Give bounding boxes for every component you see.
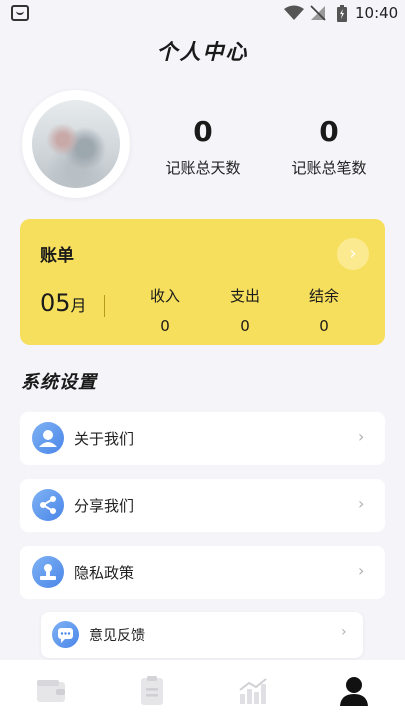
bill-divider [104, 295, 105, 317]
stat-total-entries: 0 记账总笔数 [274, 115, 384, 178]
menu-label: 意见反馈 [89, 628, 145, 644]
profile-icon [340, 677, 368, 706]
menu-item-share[interactable]: 分享我们 › [20, 479, 385, 532]
bill-month-number: 05 [40, 289, 71, 317]
section-title-settings: 系统设置 [21, 372, 97, 393]
privacy-icon [32, 556, 64, 588]
avatar-image [32, 100, 120, 188]
chevron-right-icon: › [341, 624, 347, 640]
menu-item-about-us[interactable]: 关于我们 › [20, 412, 385, 465]
status-bar: 10:40 [0, 0, 405, 28]
share-icon [32, 489, 64, 521]
bill-expense-label: 支出 [229, 287, 260, 305]
bill-title: 账单 [40, 246, 74, 266]
tab-profile[interactable] [337, 674, 371, 708]
stat-label: 记账总笔数 [291, 159, 367, 177]
no-signal-icon [310, 5, 326, 21]
bill-income-label: 收入 [149, 287, 180, 305]
bill-month-unit: 月 [70, 296, 87, 315]
wallet-icon [37, 680, 65, 702]
chevron-right-icon: › [358, 427, 365, 446]
bill-income-value: 0 [160, 317, 170, 335]
stat-value: 0 [193, 115, 213, 148]
menu-label: 关于我们 [74, 430, 135, 448]
tab-wallet[interactable] [34, 674, 68, 708]
menu-item-feedback[interactable]: 意见反馈 › [41, 612, 363, 658]
tab-chart[interactable] [236, 674, 270, 708]
menu-label: 隐私政策 [74, 564, 135, 582]
tab-ledger[interactable] [135, 674, 169, 708]
menu-label: 分享我们 [74, 497, 135, 515]
chart-icon [239, 678, 267, 704]
bill-income: 收入 0 [135, 285, 195, 335]
bill-month: 05月 [40, 289, 87, 317]
bottom-tab-bar [0, 660, 405, 720]
chevron-right-icon: › [358, 561, 365, 580]
avatar[interactable] [22, 90, 130, 198]
bill-arrow-button[interactable]: › [337, 238, 369, 270]
menu-item-privacy[interactable]: 隐私政策 › [20, 546, 385, 599]
status-time: 10:40 [355, 4, 399, 22]
bill-expense-value: 0 [240, 317, 250, 335]
bill-balance-value: 0 [319, 317, 329, 335]
ledger-icon [141, 676, 163, 705]
app-notification-icon [11, 5, 29, 21]
bill-balance: 结余 0 [294, 285, 354, 335]
stat-value: 0 [319, 115, 339, 148]
feedback-icon [52, 621, 79, 648]
battery-icon [337, 5, 347, 22]
about-us-icon [32, 422, 64, 454]
stat-total-days: 0 记账总天数 [148, 115, 258, 178]
wifi-icon [284, 5, 304, 20]
bill-expense: 支出 0 [215, 285, 275, 335]
stat-label: 记账总天数 [165, 159, 241, 177]
chevron-right-icon: › [358, 494, 365, 513]
page-title: 个人中心 [156, 40, 249, 64]
bill-card[interactable]: 账单 › 05月 收入 0 支出 0 结余 0 [20, 219, 385, 345]
bill-balance-label: 结余 [308, 287, 339, 305]
